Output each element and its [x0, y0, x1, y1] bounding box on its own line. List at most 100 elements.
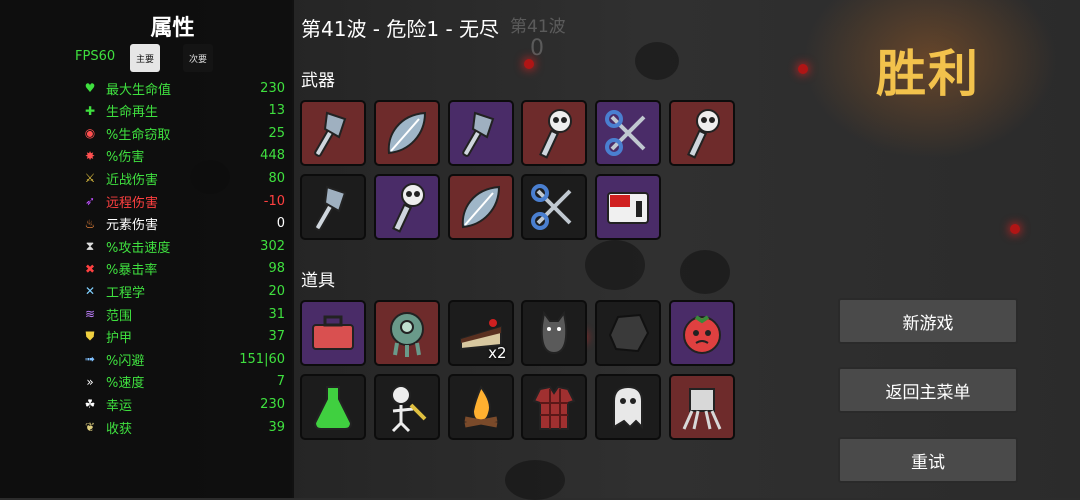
bg-enemy-dot	[798, 64, 808, 74]
lifesteal-icon: ◉	[84, 126, 96, 141]
weapon-slot[interactable]	[595, 174, 662, 240]
stat-row: ⚔ 近战伤害 80	[80, 167, 285, 189]
stat-row: ≋ 范围 31	[80, 303, 285, 325]
stat-row: ♥ 最大生命值 230	[80, 77, 285, 99]
potion-icon	[305, 379, 361, 435]
item-slot[interactable]	[669, 300, 735, 366]
weapons-label: 武器	[301, 71, 335, 91]
stat-row: ♨ 元素伤害 0	[80, 213, 285, 235]
toolbox-icon	[305, 305, 361, 361]
stat-label: 生命再生	[106, 105, 159, 121]
stat-label: %伤害	[106, 150, 145, 166]
item-slot[interactable]	[521, 300, 588, 366]
new-game-button[interactable]: 新游戏	[838, 298, 1018, 344]
bg-creature	[505, 460, 565, 500]
item-slot[interactable]: x2	[447, 300, 514, 366]
item-slot[interactable]	[373, 300, 440, 366]
stat-label: 幸运	[106, 398, 133, 414]
weapon-slot[interactable]	[521, 100, 588, 166]
weapon-slot[interactable]	[669, 100, 735, 166]
retry-button[interactable]: 重试	[838, 437, 1018, 483]
ranged-icon: ➶	[84, 194, 96, 208]
item-slot[interactable]	[300, 374, 366, 440]
scissors-icon	[600, 105, 656, 161]
bg-wave-text: 第41波	[510, 17, 566, 37]
flannel-shirt-icon	[526, 379, 582, 435]
stat-value: 31	[268, 306, 285, 322]
range-icon: ≋	[84, 307, 96, 321]
stat-row: ❦ 收获 39	[80, 416, 285, 438]
robot-legs-icon	[674, 379, 730, 435]
stat-label: %闪避	[106, 353, 145, 369]
stat-value: 20	[268, 283, 285, 299]
main-menu-button[interactable]: 返回主菜单	[838, 367, 1018, 413]
bg-creature	[680, 250, 730, 294]
stat-label: 收获	[106, 421, 133, 437]
stat-value: 80	[268, 170, 285, 186]
bg-enemy-dot	[1010, 224, 1020, 234]
stat-value: 98	[268, 261, 285, 277]
item-slot[interactable]	[373, 374, 440, 440]
dodge-icon: ➟	[84, 352, 96, 367]
item-quantity: x2	[488, 344, 507, 362]
stapler-icon	[600, 179, 656, 235]
weapon-slot[interactable]	[521, 174, 588, 240]
item-slot[interactable]	[669, 374, 735, 440]
stat-value: 7	[276, 374, 285, 390]
bg-count: 0	[530, 36, 544, 61]
armor-icon: ⛊	[85, 329, 95, 344]
luck-icon: ☘	[84, 397, 96, 412]
stat-label: 范围	[106, 308, 133, 324]
stat-value: 230	[260, 396, 285, 412]
cat-icon	[526, 305, 582, 361]
stat-value: 151|60	[239, 351, 285, 367]
axe-icon	[305, 105, 361, 161]
fps-counter: FPS60	[75, 49, 116, 64]
stat-value: 13	[268, 103, 285, 119]
skull-staff-icon	[526, 105, 582, 161]
melee-icon: ⚔	[84, 171, 96, 186]
tab-primary[interactable]: 主要	[130, 44, 160, 72]
weapon-slot[interactable]	[300, 100, 366, 166]
stat-row: ⛊ 护甲 37	[80, 326, 285, 348]
stat-value: 37	[268, 329, 285, 345]
crit-icon: ✖	[84, 261, 96, 276]
stat-label: 最大生命值	[106, 82, 172, 98]
item-slot[interactable]	[595, 374, 662, 440]
tomato-icon	[674, 305, 730, 361]
stat-row: ✚ 生命再生 13	[80, 100, 285, 122]
bg-creature	[635, 42, 679, 80]
stat-value: 230	[260, 80, 285, 96]
items-label: 道具	[301, 271, 335, 291]
weapon-slot[interactable]	[373, 174, 440, 240]
tab-secondary[interactable]: 次要	[183, 44, 213, 72]
stats-title: 属性	[150, 16, 195, 41]
weapon-slot[interactable]	[447, 174, 514, 240]
stat-row: ✖ %暴击率 98	[80, 258, 285, 280]
stat-row: ◉ %生命窃取 25	[80, 122, 285, 144]
leaf-blade-icon	[453, 179, 509, 235]
alien-pod-icon	[379, 305, 435, 361]
weapon-slot[interactable]	[373, 100, 440, 166]
stat-value: -10	[263, 193, 285, 209]
stat-label: 近战伤害	[106, 172, 159, 188]
stat-label: %暴击率	[106, 263, 158, 279]
item-slot[interactable]	[521, 374, 588, 440]
item-slot[interactable]	[300, 300, 366, 366]
item-slot[interactable]	[447, 374, 514, 440]
bg-creature	[585, 240, 645, 290]
weapon-slot[interactable]	[595, 100, 662, 166]
skull-staff-icon	[674, 105, 730, 161]
stat-label: 元素伤害	[106, 218, 159, 234]
stat-row: ➶ 远程伤害 -10	[80, 190, 285, 212]
rock-icon	[600, 305, 656, 361]
weapon-slot[interactable]	[300, 174, 366, 240]
skeleton-icon	[379, 379, 435, 435]
weapon-slot[interactable]	[447, 100, 514, 166]
speed-icon: »	[86, 374, 94, 389]
heart-icon: ♥	[84, 81, 96, 95]
damage-icon: ✸	[84, 148, 96, 163]
axe-icon	[305, 179, 361, 235]
item-slot[interactable]	[595, 300, 662, 366]
skull-staff-icon	[379, 179, 435, 235]
